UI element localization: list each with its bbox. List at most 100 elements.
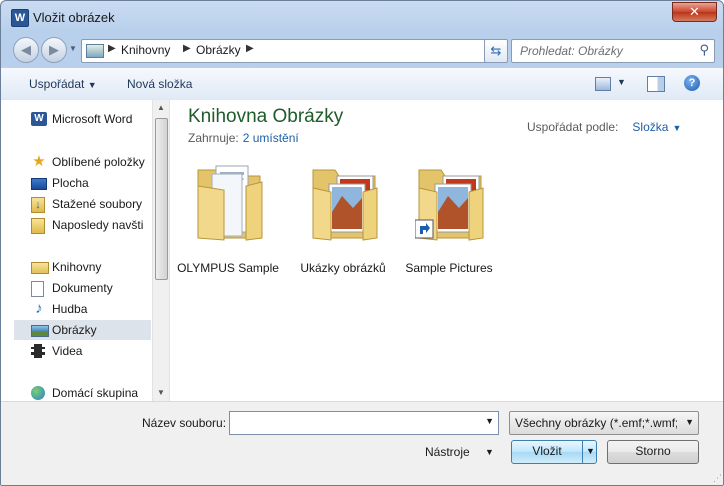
folder-name: Ukázky obrázků (300, 261, 386, 275)
address-bar[interactable]: ▶ Knihovny ▶ Obrázky ▶ ▼ (81, 39, 507, 63)
scroll-up-icon[interactable]: ▲ (153, 100, 169, 116)
breadcrumb-arrow-icon[interactable]: ▶ (246, 43, 254, 54)
folder-item[interactable]: Ukázky obrázků (291, 158, 395, 288)
cancel-button[interactable]: Storno (607, 440, 699, 464)
sidebar-item-label: Knihovny (52, 260, 102, 274)
folder-name: OLYMPUS Sample (177, 261, 279, 275)
sidebar-item-label: Microsoft Word (52, 112, 133, 126)
title-bar[interactable]: W Vložit obrázek ✕ (1, 1, 723, 35)
sidebar-item-label: Obrázky (52, 323, 97, 337)
videos-icon (31, 344, 45, 358)
star-icon: ★ (32, 153, 46, 170)
navigation-pane: W Microsoft Word ★ Oblíbené položky Ploc… (1, 100, 170, 401)
sidebar-item-favorites[interactable]: ★ Oblíbené položky (14, 152, 151, 172)
folder-name: Sample Pictures (405, 261, 493, 275)
tools-dropdown-icon[interactable]: ▼ (485, 447, 494, 457)
breadcrumb-arrow-icon[interactable]: ▶ (108, 43, 116, 54)
insert-options-dropdown-icon[interactable]: ▼ (586, 441, 595, 462)
pictures-library-icon (86, 44, 104, 58)
folder-pictures-icon (312, 169, 378, 241)
breadcrumb-arrow-icon[interactable]: ▶ (183, 43, 191, 54)
tools-button[interactable]: Nástroje (425, 445, 470, 459)
pictures-icon (31, 325, 49, 337)
chevron-down-icon[interactable]: ▼ (685, 417, 694, 427)
folder-pictures-shortcut-icon (415, 169, 484, 241)
sidebar-item-music[interactable]: ♪ Hudba (14, 299, 151, 319)
new-folder-button[interactable]: Nová složka (127, 77, 192, 91)
sidebar-item-videos[interactable]: Videa (14, 341, 151, 361)
forward-button[interactable]: ▶ (41, 37, 67, 63)
breadcrumb-libraries[interactable]: Knihovny (121, 43, 170, 57)
sidebar-item-homegroup[interactable]: Domácí skupina (14, 383, 151, 401)
word-app-icon: W (11, 9, 29, 27)
folder-item[interactable]: Sample Pictures (397, 158, 501, 288)
sidebar-item-desktop[interactable]: Plocha (14, 173, 151, 193)
sidebar-item-label: Domácí skupina (52, 386, 139, 400)
search-box[interactable]: ⚲ (511, 39, 715, 63)
organize-button[interactable]: Uspořádat ▼ (29, 77, 97, 91)
sidebar-item-documents[interactable]: Dokumenty (14, 278, 151, 298)
file-type-value: Všechny obrázky (*.emf;*.wmf;* (515, 416, 677, 430)
sidebar-item-recent-places[interactable]: Naposledy navšti (14, 215, 151, 235)
includes-locations-link[interactable]: 2 umístění (243, 131, 299, 145)
filename-label: Název souboru: (142, 416, 227, 430)
search-icon[interactable]: ⚲ (699, 42, 709, 58)
insert-picture-dialog: W Vložit obrázek ✕ ◀ ▶ ▼ ▶ Knihovny ▶ Ob… (0, 0, 724, 486)
filename-combobox[interactable]: ▼ (229, 411, 499, 435)
search-input[interactable] (518, 43, 692, 59)
library-includes: Zahrnuje: 2 umístění (188, 131, 299, 145)
arrange-by-dropdown[interactable]: Složka (632, 120, 668, 134)
sidebar-item-label: Oblíbené položky (52, 155, 145, 169)
organize-label: Uspořádat (29, 77, 85, 91)
downloads-icon: ↓ (31, 197, 45, 213)
chevron-down-icon[interactable]: ▼ (485, 416, 494, 426)
help-icon[interactable]: ? (684, 75, 700, 91)
folder-item[interactable]: OLYMPUS Sample (176, 158, 280, 288)
sidebar-item-label: Dokumenty (52, 281, 113, 295)
word-icon: W (31, 112, 47, 126)
sidebar-item-label: Hudba (52, 302, 88, 316)
scroll-down-icon[interactable]: ▼ (153, 385, 169, 401)
dialog-footer: Název souboru: ▼ Všechny obrázky (*.emf;… (1, 401, 723, 485)
recent-places-icon (31, 218, 45, 234)
command-toolbar: Uspořádat ▼ Nová složka ▼ ? (1, 67, 723, 101)
includes-label: Zahrnuje: (188, 131, 239, 145)
libraries-icon (31, 262, 49, 274)
file-type-filter[interactable]: Všechny obrázky (*.emf;*.wmf;* ▼ (509, 411, 699, 435)
sidebar-item-label: Videa (52, 344, 83, 358)
refresh-button[interactable]: ⇆ (484, 39, 508, 63)
recent-pages-dropdown[interactable]: ▼ (69, 44, 77, 53)
arrange-by: Uspořádat podle: Složka ▼ (527, 120, 681, 134)
library-title: Knihovna Obrázky (188, 106, 344, 127)
insert-button-label: Vložit (532, 444, 562, 458)
split-divider (582, 441, 583, 463)
scrollbar-thumb[interactable] (155, 118, 168, 280)
chevron-down-icon[interactable]: ▼ (672, 123, 681, 133)
homegroup-icon (31, 386, 45, 400)
insert-button[interactable]: Vložit ▼ (511, 440, 597, 464)
arrange-by-label: Uspořádat podle: (527, 120, 619, 134)
desktop-icon (31, 178, 47, 190)
file-list-pane: Knihovna Obrázky Zahrnuje: 2 umístění Usp… (170, 100, 723, 401)
music-icon: ♪ (35, 300, 43, 317)
back-button[interactable]: ◀ (13, 37, 39, 63)
sidebar-item-label: Stažené soubory (52, 197, 143, 211)
sidebar-item-label: Naposledy navšti (52, 218, 144, 232)
close-button[interactable]: ✕ (672, 2, 717, 22)
sidebar-item-microsoft-word[interactable]: W Microsoft Word (14, 109, 151, 129)
folder-documents-icon (197, 165, 263, 241)
preview-pane-icon[interactable] (647, 76, 665, 92)
sidebar-scrollbar[interactable]: ▲ ▼ (152, 100, 169, 401)
navigation-bar: ◀ ▶ ▼ ▶ Knihovny ▶ Obrázky ▶ ▼ ⇆ ⚲ (1, 35, 723, 65)
sidebar-item-pictures[interactable]: Obrázky (14, 320, 151, 340)
filename-input[interactable] (233, 415, 477, 431)
chevron-down-icon: ▼ (87, 80, 97, 90)
resize-grip-icon[interactable]: ⋰ (713, 473, 722, 484)
view-options-dropdown-icon[interactable]: ▼ (617, 77, 626, 87)
sidebar-item-label: Plocha (52, 176, 89, 190)
change-view-icon[interactable] (595, 77, 611, 91)
window-title: Vložit obrázek (33, 10, 115, 25)
sidebar-item-libraries[interactable]: Knihovny (14, 257, 151, 277)
breadcrumb-pictures[interactable]: Obrázky (196, 43, 241, 57)
sidebar-item-downloads[interactable]: ↓ Stažené soubory (14, 194, 151, 214)
